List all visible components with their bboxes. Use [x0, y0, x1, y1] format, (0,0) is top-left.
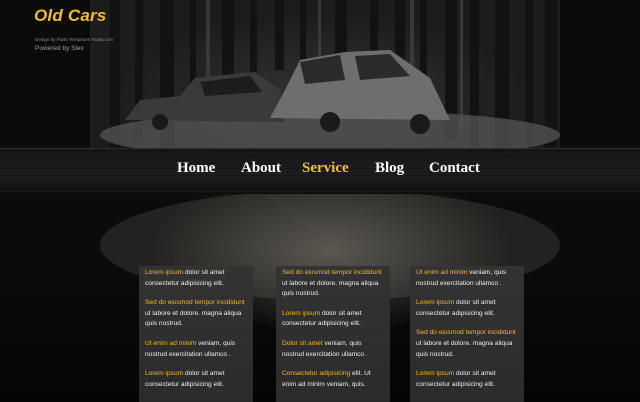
- site-title: Old Cars: [34, 6, 107, 25]
- nav-contact[interactable]: Contact: [429, 160, 480, 177]
- column-paragraph: Lorem ipsum dolor sit amet consectetur a…: [416, 298, 518, 319]
- column-paragraph: Sed do eiusmod tempor incididunt ut labo…: [282, 268, 384, 300]
- body-text: ut labore et dolore. magna aliqua quis n…: [145, 309, 242, 328]
- highlight-text: Ut enim ad minim: [145, 339, 197, 347]
- column-paragraph: Dolor sit amet veniam, quis nostrud exer…: [282, 339, 384, 360]
- highlight-text: Ut enim ad minim: [416, 269, 468, 276]
- column-paragraph: Sed do eiusmod tempor incididunt ut labo…: [416, 328, 518, 360]
- design-credit[interactable]: Design by Flash Templates Today.com: [35, 37, 113, 42]
- content-column-2: Sed do eiusmod tempor incididunt ut labo…: [276, 266, 390, 402]
- nav-service[interactable]: Service: [302, 160, 349, 177]
- nav-blog[interactable]: Blog: [375, 160, 404, 177]
- highlight-text: Sed do eiusmod tempor incididunt: [282, 269, 382, 276]
- body-text: ut labore et dolore. magna aliqua quis n…: [416, 339, 513, 358]
- body-text: ut labore et dolore. magna aliqua quis n…: [282, 279, 379, 298]
- column-paragraph: Lorem ipsum dolor sit amet consectetur a…: [145, 369, 247, 390]
- main-nav: Home About Service Blog Contact: [0, 148, 640, 194]
- highlight-text: Lorem ipsum: [416, 299, 455, 307]
- highlight-text: Sed do eiusmod tempor incididunt: [145, 299, 245, 307]
- column-paragraph: Lorem ipsum dolor sit amet consectetur a…: [416, 369, 518, 390]
- highlight-text: Sed do eiusmod tempor incididunt: [416, 329, 516, 337]
- column-paragraph: Ut enim ad minim veniam, quis nostrud ex…: [145, 339, 247, 360]
- highlight-text: Lorem ipsum: [416, 370, 455, 378]
- column-paragraph: Sed do eiusmod tempor incididunt ut labo…: [145, 298, 247, 330]
- highlight-text: Dolor sit amet: [282, 339, 323, 347]
- powered-by: Powered by Slex: [35, 45, 84, 52]
- highlight-text: Consectetur adipisicing: [282, 370, 351, 378]
- column-paragraph: Consectetur adipisicing elit. Ut enim ad…: [282, 369, 384, 390]
- highlight-text: Lorem ipsum: [282, 309, 321, 317]
- content-column-3: Ut enim ad minim veniam, quis nostrud ex…: [410, 266, 524, 402]
- column-paragraph: Ut enim ad minim veniam, quis nostrud ex…: [416, 268, 518, 289]
- nav-about[interactable]: About: [241, 160, 281, 177]
- column-paragraph: Lorem ipsum dolor sit amet consectetur a…: [145, 268, 247, 289]
- highlight-text: Lorem ipsum: [145, 269, 184, 276]
- content-column-1: Lorem ipsum dolor sit amet consectetur a…: [139, 266, 253, 402]
- column-paragraph: Lorem ipsum dolor sit amet consectetur a…: [282, 309, 384, 330]
- nav-home[interactable]: Home: [177, 160, 215, 177]
- highlight-text: Lorem ipsum: [145, 370, 184, 378]
